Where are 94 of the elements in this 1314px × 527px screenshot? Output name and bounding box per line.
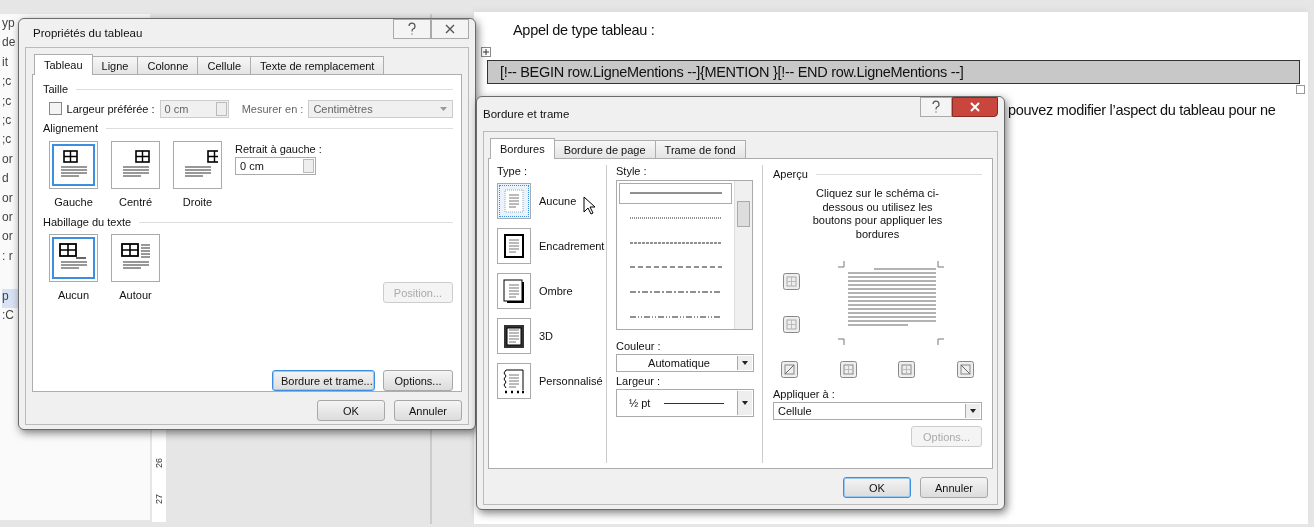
tab[interactable]: Bordure de page — [553, 140, 656, 158]
text-fragment: de — [2, 35, 16, 52]
option-label: Aucun — [57, 289, 90, 302]
border-type-option[interactable] — [497, 227, 531, 264]
border-type-option[interactable] — [497, 272, 531, 309]
dropdown-button[interactable] — [965, 404, 980, 418]
option-label: Aucune — [539, 194, 577, 207]
tab[interactable]: Colonne — [137, 56, 199, 74]
field-label: Largeur : — [616, 375, 662, 387]
indent-field[interactable]: 0 cm — [235, 156, 316, 175]
text-fragment: or — [2, 209, 13, 226]
table-resize-handle[interactable] — [1296, 85, 1305, 94]
text-fragment: ;c — [2, 74, 12, 91]
table-cell: [!-- BEGIN row.LigneMentions --]{MENTION }[!-- END row.LigneMentions --] — [487, 60, 1300, 84]
text-fragment: ;c — [2, 93, 12, 110]
help-icon[interactable] — [920, 97, 952, 117]
table-move-handle-icon[interactable] — [481, 47, 491, 57]
text-fragment: or — [2, 229, 13, 246]
text-fragment: :C — [2, 308, 14, 325]
window-title: Propriétés du tableau — [33, 27, 143, 39]
text-fragment: d — [2, 171, 9, 188]
field-label: Retrait à gauche : — [235, 142, 322, 155]
option-label: Centré — [119, 195, 152, 208]
option-label: Personnalisé — [539, 374, 603, 387]
width-field[interactable]: 0 cm — [159, 99, 229, 118]
checkbox[interactable] — [49, 102, 62, 116]
border-type-option[interactable] — [497, 317, 531, 354]
dialog-button[interactable]: Bordure et trame... — [272, 370, 375, 391]
tab[interactable]: Tableau — [34, 54, 93, 75]
field-label: Appliquer à : — [773, 388, 836, 400]
border-toggle-icon[interactable] — [956, 361, 974, 378]
top-border-icon[interactable] — [783, 273, 800, 290]
field-label: Style : — [616, 165, 648, 177]
dialog-button[interactable]: Options... — [383, 370, 453, 391]
line-style-option[interactable] — [619, 183, 732, 204]
ruler-label: 26 — [154, 458, 164, 468]
mouse-pointer-icon — [583, 196, 596, 216]
bottom-border-icon[interactable] — [783, 316, 800, 333]
text-fragment: ;c — [2, 112, 12, 129]
field-label: Mesurer en : — [241, 102, 304, 115]
text-fragment: ;c — [2, 132, 12, 149]
option-label: Ombre — [539, 284, 573, 297]
apply-to-dropdown[interactable]: Cellule — [773, 402, 982, 420]
text-fragment: or — [2, 151, 13, 168]
instructions-text: Cliquez sur le schéma ci-dessous ou utilisez les boutons pour appliquer les bordures — [812, 187, 943, 241]
wrapping-option[interactable] — [111, 234, 160, 283]
text-fragment: or — [2, 190, 13, 207]
wrapping-option[interactable] — [49, 234, 98, 283]
tab[interactable]: Cellule — [197, 56, 252, 74]
tab[interactable]: Texte de remplacement — [250, 56, 385, 74]
field-label: Type : — [497, 165, 528, 177]
option-label: 3D — [539, 329, 554, 342]
text-fragment: : r — [2, 248, 13, 265]
alignment-option[interactable] — [173, 140, 222, 189]
scrollbar[interactable] — [734, 181, 752, 329]
width-dropdown[interactable]: ½ pt — [616, 389, 754, 417]
field-label: Largeur préférée : — [66, 102, 155, 115]
border-toggle-icon[interactable] — [781, 361, 798, 378]
tab[interactable]: Ligne — [91, 56, 139, 74]
border-type-option[interactable] — [497, 362, 531, 399]
border-toggle-icon[interactable] — [898, 361, 916, 378]
alignment-option[interactable] — [111, 140, 160, 189]
document-heading: Appel de type tableau : — [513, 22, 655, 38]
dialog-button[interactable]: Annuler — [394, 400, 462, 421]
option-label: Encadrement — [539, 239, 605, 252]
section-heading: Aperçu — [773, 168, 808, 180]
close-icon[interactable] — [431, 19, 469, 39]
section-heading: Taille — [43, 83, 69, 96]
section-heading: Alignement — [43, 122, 99, 135]
document-paragraph: pouvez modifier l’aspect du tableau pour ne — [1008, 102, 1276, 118]
dropdown-arrow-icon — [440, 106, 447, 111]
dialog-button[interactable]: OK — [317, 400, 385, 421]
ruler-label: 27 — [154, 494, 164, 504]
dialog-button[interactable]: OK — [843, 477, 911, 498]
dialog-button[interactable]: Annuler — [920, 477, 988, 498]
line-style-list[interactable] — [616, 180, 753, 330]
option-label: Gauche — [54, 195, 93, 208]
close-icon[interactable] — [952, 97, 998, 117]
border-toggle-icon[interactable] — [839, 361, 857, 378]
field-label: Couleur : — [616, 340, 662, 352]
help-icon[interactable] — [393, 19, 431, 39]
dropdown-button[interactable] — [737, 356, 752, 370]
tab[interactable]: Trame de fond — [654, 140, 746, 158]
dropdown-button[interactable] — [737, 391, 752, 415]
tab[interactable]: Bordures — [490, 138, 555, 159]
window-title: Bordure et trame — [483, 108, 570, 120]
color-dropdown[interactable]: Automatique — [616, 354, 754, 372]
alignment-option[interactable] — [49, 140, 98, 189]
text-fragment: it — [2, 54, 8, 71]
section-heading: Habillage du texte — [43, 216, 132, 229]
option-label: Autour — [119, 289, 152, 302]
text-fragment: yp — [2, 16, 15, 32]
option-label: Droite — [182, 195, 213, 208]
unit-dropdown[interactable]: Centimètres — [308, 99, 453, 118]
